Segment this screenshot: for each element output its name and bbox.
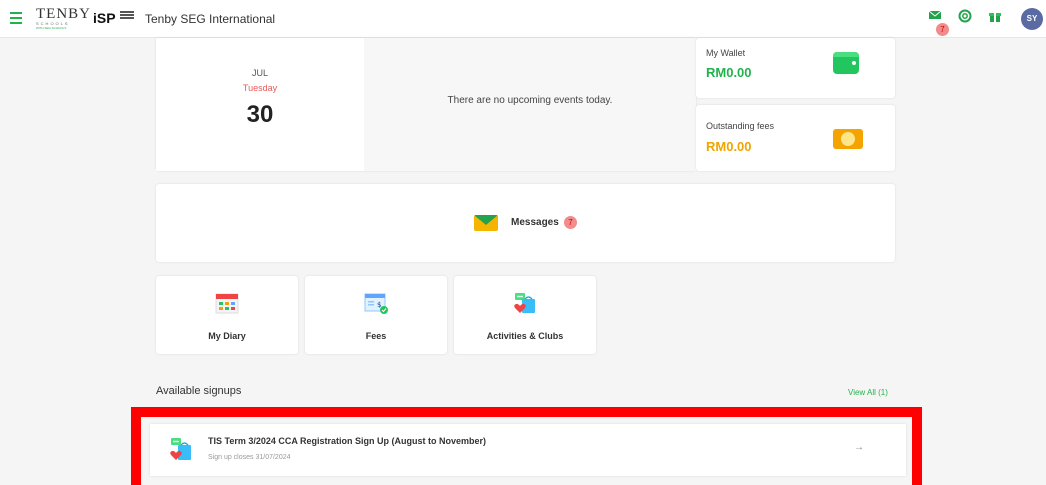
mail-icon[interactable] (928, 9, 942, 21)
tile-my-diary[interactable]: My Diary (156, 276, 298, 354)
tile-label: Activities & Clubs (486, 331, 564, 341)
signups-section-title: Available signups (156, 385, 242, 397)
messages-card[interactable]: Messages 7 (156, 184, 895, 262)
mail-badge: 7 (936, 23, 949, 36)
tenby-logo: TENBY SCHOOLS WITH SEG SCHOOLS (36, 6, 91, 31)
diary-icon (215, 293, 239, 314)
help-icon[interactable] (958, 9, 972, 23)
wallet-card[interactable]: My Wallet RM0.00 (696, 38, 895, 98)
activities-icon (514, 293, 535, 313)
date-day-number: 30 (246, 101, 274, 128)
tile-activities-clubs[interactable]: Activities & Clubs (454, 276, 596, 354)
no-events-text: There are no upcoming events today. (447, 95, 613, 106)
wallet-value: RM0.00 (706, 65, 752, 80)
events-panel: There are no upcoming events today. (364, 38, 696, 171)
calendar-card: JUL Tuesday 30 There are no upcoming eve… (156, 38, 696, 171)
isp-logo: iSP (93, 10, 116, 26)
messages-badge: 7 (564, 216, 577, 229)
cash-icon (833, 129, 863, 149)
tile-fees[interactable]: $ Fees (305, 276, 447, 354)
top-bar: TENBY SCHOOLS WITH SEG SCHOOLS iSP Tenby… (0, 0, 1046, 38)
school-name: Tenby SEG International (145, 12, 276, 26)
messages-label: Messages (511, 217, 559, 228)
wallet-label: My Wallet (706, 48, 746, 58)
date-month: JUL (251, 68, 268, 78)
outstanding-fees-label: Outstanding fees (706, 121, 775, 131)
envelope-icon (474, 215, 498, 231)
view-all-link[interactable]: View All (1) (848, 388, 888, 397)
date-weekday: Tuesday (242, 83, 278, 93)
fees-icon: $ (364, 293, 388, 314)
menu-icon[interactable] (10, 12, 22, 24)
gift-icon[interactable] (988, 9, 1002, 23)
date-panel: JUL Tuesday 30 (156, 38, 364, 171)
tile-label: Fees (365, 331, 387, 341)
isp-logo-mark (120, 11, 134, 19)
tile-label: My Diary (208, 331, 246, 341)
outstanding-fees-card[interactable]: Outstanding fees RM0.00 (696, 105, 895, 171)
highlight-box (131, 407, 922, 485)
avatar[interactable]: SY (1021, 8, 1043, 30)
wallet-icon (833, 52, 859, 74)
outstanding-fees-value: RM0.00 (706, 139, 752, 154)
